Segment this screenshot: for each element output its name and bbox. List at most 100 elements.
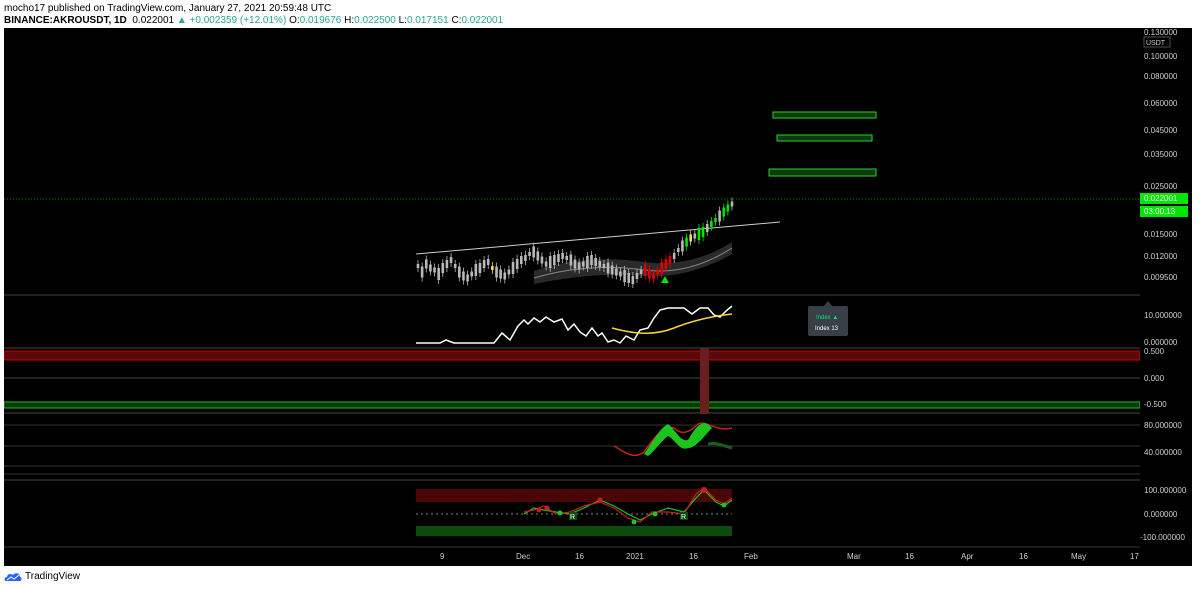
low-label: L: (398, 15, 407, 26)
rsi-dot-7 (701, 487, 707, 493)
countdown-badge-text: 03:00:13 (1144, 207, 1176, 216)
rsi-tick-2: -100.000000 (1140, 533, 1185, 542)
last-price-badge-text: 0.022001 (1144, 194, 1178, 203)
candle-body (693, 233, 697, 239)
price-axis-ticks: 0.130000 0.100000 0.080000 0.060000 0.04… (1140, 28, 1187, 542)
candle-body (619, 271, 622, 277)
osc-upper-band (4, 350, 1140, 361)
candle-body (486, 259, 490, 265)
last-price: 0.022001 (132, 15, 175, 26)
price-axis[interactable]: 0.130000 0.100000 0.080000 0.060000 0.04… (1140, 28, 1192, 566)
close-value: 0.022001 (461, 15, 504, 26)
candle-body (722, 207, 726, 217)
candle-body (416, 264, 420, 268)
tooltip-title: Index ▲ (816, 315, 838, 321)
candle-body (714, 218, 717, 222)
index-tick-1: 0.000000 (1144, 338, 1178, 347)
candle-body (598, 261, 602, 267)
open-value: 0.019676 (299, 15, 342, 26)
osc-highlight-bar (700, 348, 709, 414)
candle-body (462, 271, 465, 281)
time-label-apr: Apr (961, 552, 974, 561)
candle-body (507, 269, 511, 275)
price-tick-5: 0.025000 (1144, 182, 1178, 191)
footer (0, 566, 1200, 589)
candle-body (627, 273, 631, 283)
rsi-overbought-zone (416, 489, 732, 502)
candle-body (548, 256, 552, 268)
candle-body (528, 252, 531, 256)
chart-header: mocho17 published on TradingView.com, Ja… (0, 0, 1200, 28)
candle-body (718, 210, 721, 222)
candle-body (557, 254, 560, 262)
time-axis[interactable]: 9 Dec 16 2021 16 Feb Mar 16 Apr 16 May 1… (440, 552, 1139, 561)
candle-body (710, 221, 713, 227)
candle-body (449, 257, 453, 263)
candle-body (697, 228, 701, 240)
tradingview-logo[interactable]: TradingView (4, 571, 80, 582)
buy-signal-triangle (661, 276, 669, 283)
candle-body (623, 270, 626, 282)
osc-tick-2: -0.500 (1144, 400, 1167, 409)
price-tick-7: 0.012000 (1144, 252, 1178, 261)
price-tick-1: 0.080000 (1144, 72, 1178, 81)
rsi-marker-text-1: R (570, 514, 575, 521)
candle-body (643, 264, 647, 276)
candle-body (631, 276, 635, 284)
candle-body (420, 266, 424, 278)
time-label-16d: 16 (1019, 552, 1028, 561)
candle-body (511, 262, 515, 274)
price-tick-0: 0.100000 (1144, 52, 1178, 61)
symbol-ohlc-line: BINANCE:AKROUSDT, 1D 0.022001 ▲ +0.00235… (4, 15, 503, 26)
candle-body (726, 204, 730, 212)
rsi-dot-1 (536, 507, 542, 513)
currency-label: USDT (1146, 40, 1166, 47)
index-tooltip: Index ▲ Index 13 (808, 301, 848, 336)
symbol-name[interactable]: BINANCE:AKROUSDT, 1D (4, 15, 127, 26)
candle-body (577, 262, 581, 270)
rsi-dot-3 (557, 510, 563, 516)
candle-body (474, 264, 478, 276)
chart-area[interactable]: Index ▲ Index 13 R R 9 Dec 16 2021 16 Fe… (4, 28, 1140, 566)
candle-body (685, 237, 688, 247)
rsi-marker-2: R (680, 512, 688, 521)
time-label-feb: Feb (744, 552, 758, 561)
candle-body (639, 270, 643, 274)
high-label: H: (344, 15, 355, 26)
rsi-dot-6 (652, 511, 658, 517)
candle-body (701, 227, 705, 237)
index-signal-line (611, 313, 733, 335)
rsi-tick-0: 100.000000 (1144, 486, 1187, 495)
candle-body (672, 253, 676, 259)
candle-body (553, 255, 556, 265)
open-label: O: (289, 15, 300, 26)
candle-body (503, 272, 507, 280)
rsi-dot-5 (631, 519, 637, 525)
tooltip-sub: Index 13 (815, 326, 839, 332)
candle-body (441, 263, 445, 273)
time-label-dec: Dec (516, 552, 530, 561)
rsi-dot-4 (597, 497, 603, 503)
target-zone-1[interactable] (772, 111, 877, 119)
target-zone-2[interactable] (776, 134, 873, 142)
candle-body (581, 261, 585, 267)
candle-body (569, 254, 573, 266)
stoch-green-fill (644, 423, 712, 456)
time-label-mar: Mar (847, 552, 861, 561)
candle-body (590, 255, 593, 265)
time-label-17: 17 (1130, 552, 1139, 561)
price-tick-4: 0.035000 (1144, 150, 1178, 159)
candle-body (730, 201, 734, 207)
high-value: 0.022500 (354, 15, 396, 26)
time-label-16b: 16 (689, 552, 698, 561)
candle-body (540, 256, 544, 264)
rsi-dot-2 (544, 505, 550, 511)
tradingview-brand: TradingView (25, 571, 81, 582)
time-label-16c: 16 (905, 552, 914, 561)
candle-body (648, 269, 651, 279)
osc-tick-0: 0.500 (1144, 347, 1165, 356)
candle-body (424, 259, 428, 269)
candle-body (594, 258, 597, 266)
target-zone-3[interactable] (768, 168, 877, 177)
candle-body (656, 269, 659, 275)
